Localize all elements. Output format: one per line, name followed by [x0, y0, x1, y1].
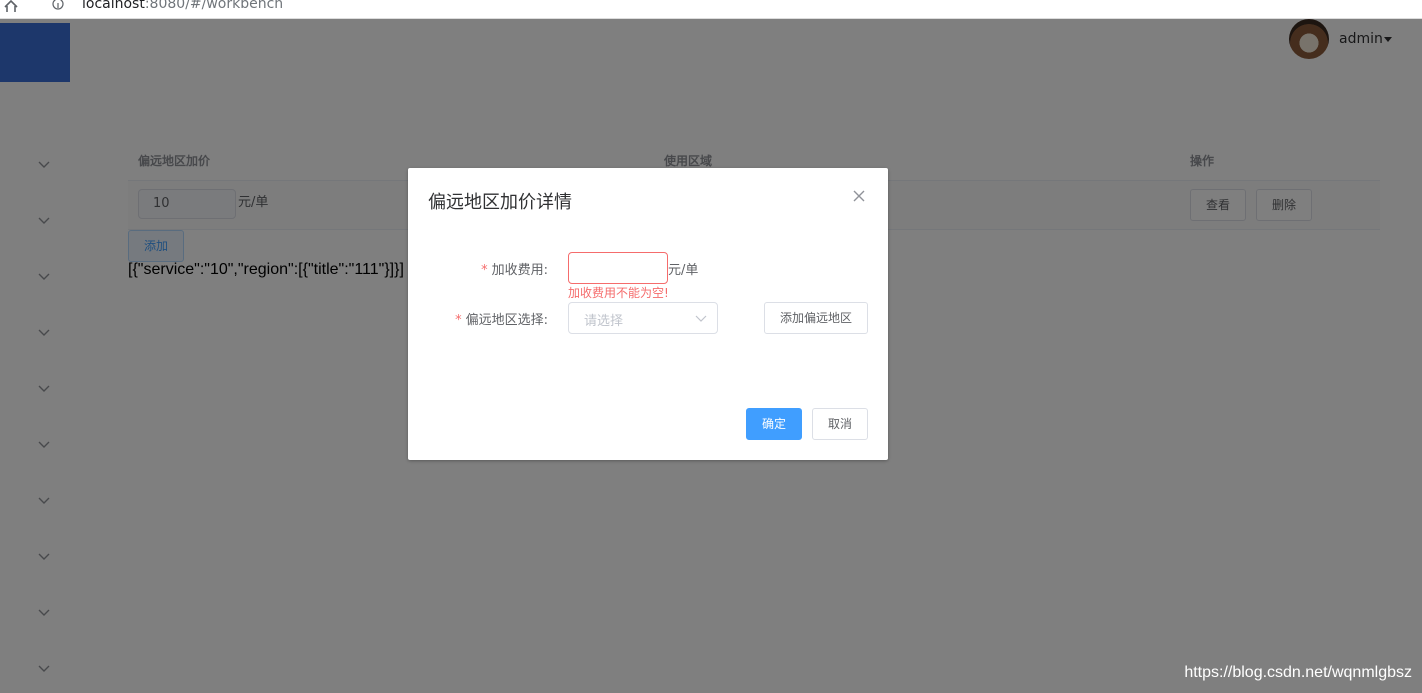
- fee-error-message: 加收费用不能为空!: [568, 286, 669, 300]
- add-region-button[interactable]: 添加偏远地区: [764, 302, 868, 334]
- watermark: https://blog.csdn.net/wqnmlgbsz: [1184, 664, 1412, 681]
- fee-input[interactable]: [568, 252, 668, 284]
- remote-surcharge-dialog: 偏远地区加价详情 * 加收费用: 元/单 加收费用不能为空! * 偏远地区选择: 请…: [408, 168, 888, 460]
- confirm-button[interactable]: 确定: [746, 408, 802, 440]
- region-label: * 偏远地区选择:: [428, 309, 548, 328]
- browser-url-bar: localhost:8080/#/workbench: [0, 0, 1422, 19]
- url-host: localhost: [82, 0, 145, 12]
- fee-label: * 加收费用:: [448, 259, 548, 278]
- required-asterisk: *: [481, 263, 488, 278]
- info-icon[interactable]: [52, 0, 64, 12]
- address-bar-text[interactable]: localhost:8080/#/workbench: [82, 0, 283, 12]
- dialog-title: 偏远地区加价详情: [428, 192, 572, 213]
- region-label-text: 偏远地区选择:: [465, 313, 548, 328]
- close-icon[interactable]: [852, 189, 866, 203]
- required-asterisk: *: [455, 313, 462, 328]
- url-rest: :8080/#/workbench: [144, 0, 284, 12]
- region-select-placeholder: 请选择: [584, 314, 624, 329]
- home-icon[interactable]: [4, 0, 18, 12]
- fee-unit: 元/单: [668, 263, 699, 278]
- fee-label-text: 加收费用:: [491, 263, 548, 278]
- chevron-down-icon: [695, 315, 707, 322]
- region-select[interactable]: 请选择: [568, 302, 718, 334]
- cancel-button[interactable]: 取消: [812, 408, 868, 440]
